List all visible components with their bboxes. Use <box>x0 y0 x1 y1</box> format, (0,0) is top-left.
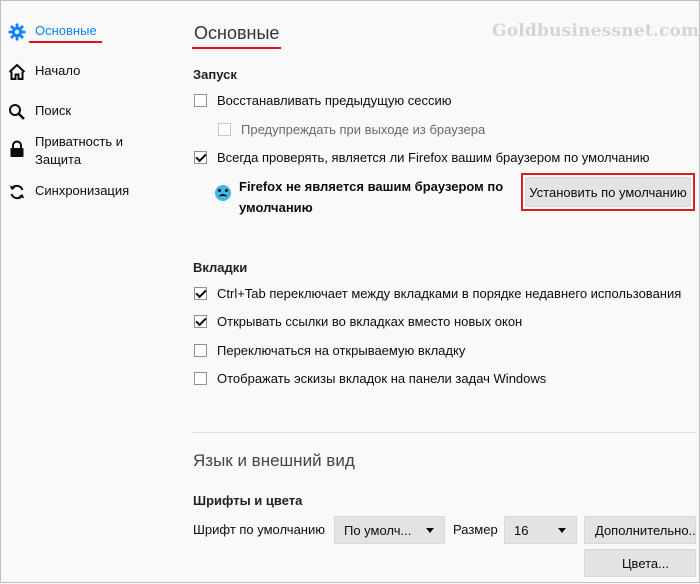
default-font-select[interactable]: По умолч... <box>334 516 445 544</box>
font-size-value: 16 <box>514 522 529 538</box>
restore-session-label: Восстанавливать предыдущую сессию <box>217 93 452 108</box>
highlight-box: Установить по умолчанию <box>521 173 695 211</box>
sidebar-item-label: Начало <box>35 63 81 78</box>
sidebar-item-label: Поиск <box>35 103 72 118</box>
section-divider <box>191 432 696 433</box>
default-font-label: Шрифт по умолчанию <box>193 522 325 537</box>
tab-option[interactable]: Отображать эскизы вкладок на панели зада… <box>194 371 546 386</box>
check-default-option[interactable]: Всегда проверять, является ли Firefox ва… <box>194 150 650 165</box>
sidebar-item-home[interactable]: Начало <box>7 62 80 82</box>
warn-on-quit-label: Предупреждать при выходе из браузера <box>241 122 486 137</box>
tab-option-label: Переключаться на открываемую вкладку <box>217 343 466 358</box>
tab-option-checkbox[interactable] <box>194 315 207 328</box>
watermark: Goldbusinessnet.com <box>492 21 700 41</box>
check-default-checkbox[interactable] <box>194 151 207 164</box>
sidebar-item-label: Синхронизация <box>35 183 130 198</box>
set-default-button[interactable]: Установить по умолчанию <box>525 177 691 207</box>
restore-session-checkbox[interactable] <box>194 94 207 107</box>
warn-on-quit-checkbox <box>218 123 231 136</box>
sync-icon <box>7 182 27 202</box>
tab-option-checkbox[interactable] <box>194 287 207 300</box>
search-icon <box>7 102 27 122</box>
sidebar-item-label: Приватность и Защита <box>35 134 124 167</box>
lock-icon <box>7 139 27 159</box>
gear-icon <box>7 22 27 42</box>
chevron-down-icon <box>426 528 434 533</box>
tab-option[interactable]: Открывать ссылки во вкладках вместо новы… <box>194 314 522 329</box>
check-default-label: Всегда проверять, является ли Firefox ва… <box>217 150 650 165</box>
tab-option[interactable]: Переключаться на открываемую вкладку <box>194 343 465 358</box>
warn-on-quit-option: Предупреждать при выходе из браузера <box>218 122 485 137</box>
sidebar-item-label: Основные <box>35 23 97 38</box>
tab-option-checkbox[interactable] <box>194 344 207 357</box>
sidebar-item-sync[interactable]: Синхронизация <box>7 182 129 202</box>
default-font-value: По умолч... <box>344 522 412 538</box>
font-size-select[interactable]: 16 <box>504 516 577 544</box>
page-title: Основные <box>194 23 280 43</box>
tab-option-label: Ctrl+Tab переключает между вкладками в п… <box>217 286 682 301</box>
advanced-fonts-button[interactable]: Дополнительно... <box>584 516 696 544</box>
tab-option-checkbox[interactable] <box>194 372 207 385</box>
colors-button[interactable]: Цвета... <box>584 549 696 577</box>
chevron-down-icon <box>558 528 566 533</box>
highlight-underline <box>192 47 281 49</box>
highlight-underline <box>29 41 102 43</box>
startup-heading: Запуск <box>193 67 237 82</box>
sidebar-item-search[interactable]: Поиск <box>7 102 71 122</box>
sidebar: Основные Начало Поиск Приватность и Защи… <box>1 1 181 584</box>
restore-session-option[interactable]: Восстанавливать предыдущую сессию <box>194 93 452 108</box>
not-default-message: Firefox не является вашим браузером по у… <box>239 179 504 215</box>
sidebar-item-privacy[interactable]: Приватность и Защита <box>7 133 123 169</box>
size-label: Размер <box>453 522 498 537</box>
sidebar-item-general[interactable]: Основные <box>7 22 97 42</box>
tab-option-label: Отображать эскизы вкладок на панели зада… <box>217 371 547 386</box>
tabs-heading: Вкладки <box>193 260 248 275</box>
tab-option-label: Открывать ссылки во вкладках вместо новы… <box>217 314 523 329</box>
language-appearance-title: Язык и внешний вид <box>193 451 355 470</box>
fonts-colors-heading: Шрифты и цвета <box>193 493 303 508</box>
tab-option[interactable]: Ctrl+Tab переключает между вкладками в п… <box>194 286 681 301</box>
home-icon <box>7 62 27 82</box>
sad-face-icon <box>215 185 231 201</box>
